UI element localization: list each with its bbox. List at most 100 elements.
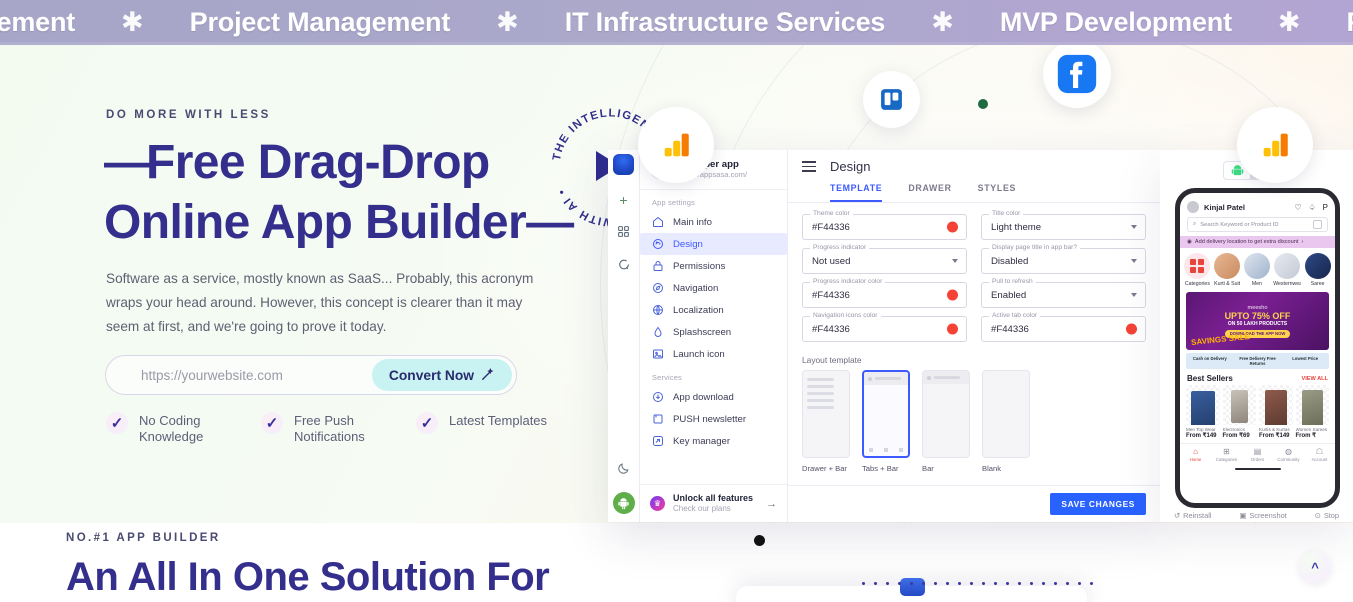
- category-item[interactable]: Categories: [1184, 253, 1211, 287]
- product-card[interactable]: Electronics From ₹69: [1222, 385, 1256, 439]
- control-stop[interactable]: ⊙ Stop: [1315, 511, 1339, 520]
- tab-styles[interactable]: STYLES: [978, 183, 1016, 202]
- chevron-down-icon[interactable]: [1131, 259, 1137, 263]
- field-progress-indicator[interactable]: Progress indicator Not used: [802, 244, 967, 274]
- product-card[interactable]: Kurtis & Kurtas From ₹149: [1259, 385, 1293, 439]
- category-item[interactable]: Saree: [1304, 253, 1331, 287]
- section-title: Best Sellers: [1187, 374, 1233, 383]
- field-pull-to-refresh[interactable]: Pull to refresh Enabled: [981, 278, 1146, 308]
- app-logo-icon[interactable]: [613, 154, 634, 175]
- phone-user-name: Kinjal Patel: [1204, 202, 1245, 212]
- sidebar-item-design[interactable]: Design: [640, 233, 787, 255]
- layout-option[interactable]: Tabs + Bar: [862, 370, 910, 473]
- product-image: [1295, 385, 1329, 425]
- unlock-all-features-row[interactable]: ♛ Unlock all features Check our plans →: [640, 484, 787, 522]
- design-panel: Design TEMPLATE DRAWER STYLES Theme color #…: [788, 150, 1160, 522]
- field-label: Progress indicator: [810, 244, 870, 251]
- category-image: [1243, 253, 1270, 279]
- product-card[interactable]: Women Sarees From ₹: [1295, 385, 1329, 439]
- chevron-down-icon[interactable]: [1131, 293, 1137, 297]
- trello-icon: [863, 71, 920, 128]
- sidebar-item-splashscreen[interactable]: Splashscreen: [640, 321, 787, 343]
- nav-item-account[interactable]: ☖ Account: [1304, 447, 1335, 462]
- color-swatch[interactable]: [947, 323, 958, 335]
- arrow-right-icon: →: [766, 497, 777, 510]
- convert-now-button[interactable]: Convert Now: [371, 359, 512, 391]
- chevron-down-icon[interactable]: [1131, 225, 1137, 229]
- nav-item-orders[interactable]: ▤ Orders: [1242, 447, 1273, 462]
- nav-item-categories[interactable]: ⊞ Categories: [1211, 447, 1242, 462]
- phone-search-bar[interactable]: ⌕ Search Keyword or Product ID: [1187, 217, 1328, 232]
- sidebar-item-app-download[interactable]: App download: [640, 386, 787, 408]
- promo-banner[interactable]: meesho UPTO 75% OFF ON 50 LAKH PRODUCTS …: [1186, 292, 1329, 350]
- product-price: From ₹149: [1186, 433, 1217, 439]
- layout-thumb-blank[interactable]: [982, 370, 1030, 458]
- sidebar-item-permissions[interactable]: Permissions: [640, 255, 787, 277]
- field-progress-indicator-color[interactable]: Progress indicator color #F44336: [802, 278, 967, 308]
- profile-icon[interactable]: P: [1323, 203, 1328, 212]
- field-title-color[interactable]: Title color Light theme: [981, 210, 1146, 240]
- field-active-tab-color[interactable]: Active tab color #F44336: [981, 312, 1146, 342]
- add-icon[interactable]: +: [619, 193, 627, 207]
- grid-icon[interactable]: [617, 225, 630, 240]
- sidebar-item-key-manager[interactable]: Key manager: [640, 430, 787, 452]
- delivery-location-text: Add delivery location to get extra disco…: [1194, 239, 1299, 245]
- layout-option[interactable]: Blank: [982, 370, 1030, 473]
- screenshot-icon: ▣: [1239, 511, 1247, 520]
- control-screenshot[interactable]: ▣ Screenshot: [1239, 511, 1286, 520]
- category-label: Men: [1251, 281, 1262, 287]
- delivery-location-banner[interactable]: ◉ Add delivery location to get extra dis…: [1180, 236, 1335, 248]
- layout-option[interactable]: Bar: [922, 370, 970, 473]
- camera-icon[interactable]: [1313, 220, 1322, 229]
- hamburger-icon[interactable]: [802, 161, 816, 172]
- heart-icon[interactable]: ♡: [1294, 203, 1301, 212]
- website-url-input[interactable]: [106, 356, 372, 394]
- decorative-dot: [1042, 582, 1045, 585]
- product-card[interactable]: Men Top Wear From ₹149: [1186, 385, 1220, 439]
- tab-drawer[interactable]: DRAWER: [908, 183, 951, 202]
- bell-icon[interactable]: ♤: [1308, 203, 1315, 212]
- google-analytics-icon: [638, 107, 714, 183]
- layout-thumb-bar[interactable]: [922, 370, 970, 458]
- sidebar-item-launch-icon[interactable]: Launch icon: [640, 343, 787, 365]
- field-navigation-icons-color[interactable]: Navigation icons color #F44336: [802, 312, 967, 342]
- layout-thumb-tabs-bar[interactable]: [862, 370, 910, 458]
- color-swatch[interactable]: [947, 289, 958, 301]
- lock-icon: [652, 260, 664, 272]
- nav-item-home[interactable]: ⌂ Home: [1180, 447, 1211, 462]
- home-icon: ⌂: [1193, 447, 1198, 456]
- chat-icon[interactable]: [617, 258, 630, 273]
- key-icon: [652, 435, 664, 447]
- sidebar-item-navigation[interactable]: Navigation: [640, 277, 787, 299]
- android-bot-icon[interactable]: [612, 492, 635, 514]
- field-theme-color[interactable]: Theme color #F44336: [802, 210, 967, 240]
- color-swatch[interactable]: [947, 221, 958, 233]
- app-bar: [923, 371, 969, 384]
- color-swatch[interactable]: [1126, 323, 1137, 335]
- phone-app-header: Kinjal Patel ♡ ♤ P: [1180, 193, 1335, 217]
- control-reinstall[interactable]: ↺ Reinstall: [1174, 511, 1212, 520]
- splash-icon: [652, 326, 664, 338]
- google-analytics-icon: [1237, 107, 1313, 183]
- category-item[interactable]: Men: [1243, 253, 1271, 287]
- decorative-dot: [1066, 582, 1069, 585]
- category-item[interactable]: Westernwear: [1273, 253, 1301, 287]
- nav-item-community[interactable]: ◍ Community: [1273, 447, 1304, 462]
- category-item[interactable]: Kurti & Suit: [1214, 253, 1241, 287]
- layout-option[interactable]: Drawer + Bar: [802, 370, 850, 473]
- sidebar-item-main-info[interactable]: Main info: [640, 211, 787, 233]
- chevron-down-icon[interactable]: [952, 259, 958, 263]
- view-all-link[interactable]: VIEW ALL: [1301, 376, 1328, 382]
- save-changes-button[interactable]: SAVE CHANGES: [1050, 493, 1146, 515]
- scroll-to-top-button[interactable]: ^: [1299, 551, 1331, 583]
- bottom-title: An All In One Solution For: [66, 555, 550, 599]
- sidebar-item-push-newsletter[interactable]: PUSH newsletter: [640, 408, 787, 430]
- sidebar-item-localization[interactable]: Localization: [640, 299, 787, 321]
- field-display-page-title-in-app-bar[interactable]: Display page title in app bar? Disabled: [981, 244, 1146, 274]
- tab-template[interactable]: TEMPLATE: [830, 183, 883, 202]
- marquee-item: Project Management: [189, 7, 451, 37]
- layout-thumb-drawer-bar[interactable]: [802, 370, 850, 458]
- search-icon: ⌕: [1193, 221, 1197, 227]
- dark-mode-icon[interactable]: [617, 462, 630, 478]
- usp-item: Lowest Price: [1292, 356, 1319, 361]
